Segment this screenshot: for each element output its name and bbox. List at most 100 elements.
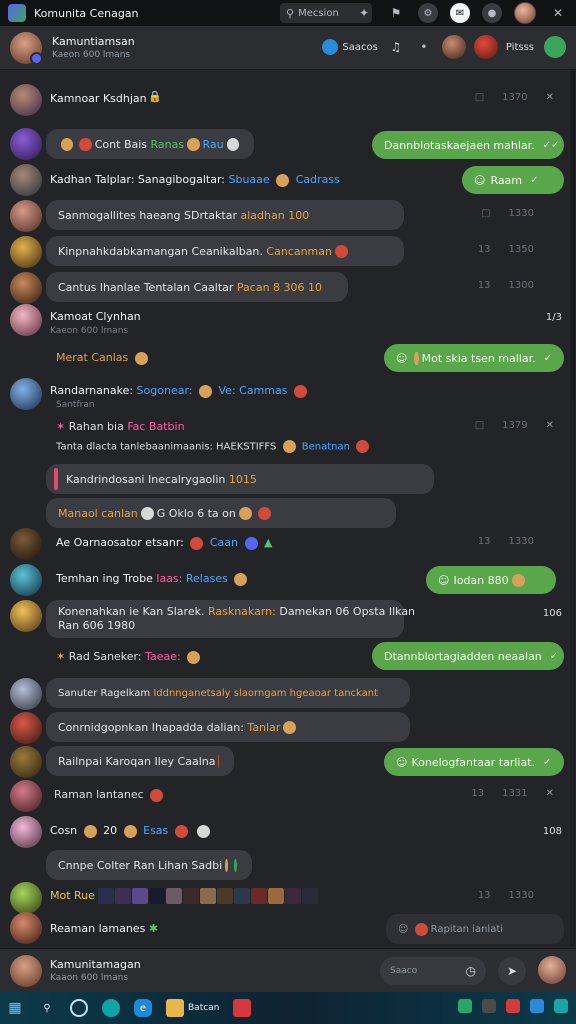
outgoing-message-bubble[interactable]: ☺ Iodan 880: [426, 566, 556, 594]
bell-icon[interactable]: ⚑: [386, 3, 406, 23]
message-input[interactable]: Saaco ◷: [380, 957, 486, 985]
message-bubble[interactable]: Railnpai Karoqan Iley Caalna: [46, 746, 234, 776]
tray-app-icon[interactable]: [482, 999, 496, 1013]
emoji-icon: [61, 137, 74, 151]
outgoing-message-bubble[interactable]: Dannblotaskaejaen mahlar. ✓✓: [372, 131, 564, 159]
tray-app-icon[interactable]: [554, 999, 568, 1013]
more-dots-icon[interactable]: •: [414, 37, 434, 57]
message-bubble[interactable]: Sanmogallites haeang SDrtaktar aladhan 1…: [46, 200, 404, 230]
user-avatar[interactable]: [10, 378, 42, 410]
close-icon[interactable]: ✕: [548, 3, 568, 23]
username: Kamoat Clynhan: [50, 310, 141, 323]
user-avatar[interactable]: [10, 304, 42, 336]
message-bubble[interactable]: Sanuter Ragelkam Iddnnganetsaly slaornga…: [46, 678, 410, 708]
pin-icon[interactable]: ✦: [354, 3, 374, 23]
current-chat-avatar[interactable]: [10, 955, 42, 987]
message-text: Sanmogallites haeang SDrtaktar: [58, 208, 237, 222]
channel-avatar[interactable]: [10, 31, 43, 65]
image-thumbnail[interactable]: [149, 888, 166, 904]
app-icon[interactable]: [102, 999, 120, 1017]
reply-icon[interactable]: □: [475, 420, 484, 431]
message-scrollbar[interactable]: [570, 70, 575, 946]
user-avatar[interactable]: [10, 528, 42, 560]
members-label[interactable]: Pitsss: [506, 42, 534, 53]
user-avatar[interactable]: [538, 956, 566, 984]
user-avatar[interactable]: [10, 712, 42, 744]
message-bubble[interactable]: Cont Bais Ranas Rau: [46, 129, 254, 159]
image-thumbnail[interactable]: [234, 888, 251, 904]
circle-app-icon[interactable]: [70, 999, 88, 1017]
message-bubble[interactable]: Kandrindosani Inecalrygaolin 1015: [46, 464, 434, 494]
close-icon[interactable]: ✕: [546, 92, 554, 103]
search-icon[interactable]: ⚲: [38, 999, 56, 1017]
image-thumbnail[interactable]: [251, 888, 268, 904]
image-thumbnail[interactable]: [166, 888, 183, 904]
reply-icon[interactable]: □: [481, 208, 490, 219]
user-avatar[interactable]: [10, 780, 42, 812]
image-thumbnail[interactable]: [217, 888, 234, 904]
outgoing-message-bubble[interactable]: ☺ Raam ✓: [462, 166, 564, 194]
online-status-avatar[interactable]: [542, 34, 568, 60]
windows-start-icon[interactable]: ▦: [6, 999, 24, 1017]
reply-icon[interactable]: □: [475, 92, 484, 103]
user-avatar[interactable]: [10, 912, 42, 944]
user-avatar[interactable]: [10, 564, 42, 596]
send-button[interactable]: ➤: [498, 957, 526, 985]
user-avatar[interactable]: [10, 678, 42, 710]
image-thumbnail[interactable]: [183, 888, 200, 904]
message-highlight: Tanlar: [247, 720, 281, 734]
help-icon[interactable]: ●: [482, 3, 502, 23]
message-bubble[interactable]: Kinpnahkdabkamangan Ceanikalban. Cancanm…: [46, 236, 404, 266]
message-bubble[interactable]: Manaol canlan G Oklo 6 ta on: [46, 498, 396, 528]
user-avatar[interactable]: [10, 200, 42, 232]
tray-app-icon[interactable]: [530, 999, 544, 1013]
user-avatar[interactable]: [10, 128, 42, 160]
time-short: 13: [477, 244, 491, 255]
tray-app-icon[interactable]: [458, 999, 472, 1013]
member-avatar[interactable]: [441, 35, 466, 59]
image-thumbnail[interactable]: [132, 888, 149, 904]
scrollbar-thumb[interactable]: [570, 70, 575, 400]
message-bubble[interactable]: Cantus lhanlae Tentalan Caaltar Pacan 8 …: [46, 272, 348, 302]
image-thumbnail[interactable]: [115, 888, 132, 904]
user-avatar[interactable]: [10, 236, 42, 268]
call-button[interactable]: Saacos: [322, 39, 378, 55]
user-avatar[interactable]: [10, 882, 42, 914]
media-app-icon[interactable]: [233, 999, 252, 1017]
user-avatar[interactable]: [10, 164, 42, 196]
message-bubble[interactable]: Cnnpe Colter Ran Lihan Sadbi: [46, 850, 252, 880]
user-avatar[interactable]: [10, 600, 42, 632]
member-avatar[interactable]: [473, 35, 498, 59]
image-thumbnail[interactable]: [268, 888, 285, 904]
read-check-icon: ✓: [543, 756, 552, 768]
message-time: 1300: [508, 280, 534, 291]
image-thumbnail[interactable]: [285, 888, 302, 904]
browser-icon[interactable]: e: [134, 999, 152, 1017]
mic-icon[interactable]: ♫: [386, 37, 406, 57]
clock-icon[interactable]: ◷: [466, 964, 476, 978]
outgoing-message-bubble[interactable]: ☺ Konelogfantaar tarliat. ✓: [384, 748, 564, 776]
channel-name: Kamuntiamsan: [52, 35, 135, 48]
user-avatar[interactable]: [10, 746, 42, 778]
smile-icon: ☺: [438, 573, 450, 587]
image-thumbnail[interactable]: [98, 888, 115, 904]
message-bubble[interactable]: Konenahkan ie Kan Slarek. Rasknakarn: Da…: [46, 600, 415, 638]
settings-icon[interactable]: ⚙: [418, 3, 438, 23]
message-bubble[interactable]: Conrnidgopnkan Ihapadda dalian: Tanlar: [46, 712, 410, 742]
message-bubble[interactable]: ☺ Rapitan ianlati: [386, 914, 564, 944]
outgoing-message-bubble[interactable]: Dtannblortagiadden neaalan ✓: [372, 642, 564, 670]
image-thumbnail[interactable]: [302, 888, 319, 904]
user-avatar[interactable]: [10, 84, 42, 116]
inbox-icon[interactable]: ✉: [450, 3, 470, 23]
emoji-icon: [187, 137, 200, 151]
user-avatar[interactable]: [10, 272, 42, 304]
profile-avatar[interactable]: [514, 2, 536, 24]
image-thumbnail[interactable]: [200, 888, 217, 904]
tray-app-icon[interactable]: [506, 999, 520, 1013]
close-icon[interactable]: ✕: [546, 788, 554, 799]
outgoing-message-bubble[interactable]: ☺ Mot skia tsen mallar. ✓: [384, 344, 564, 372]
message-list[interactable]: Kamnoar Ksdhjan 🔒 □ 1370 ✕ Cont Bais Ran…: [0, 70, 568, 946]
folder-icon[interactable]: [166, 999, 184, 1017]
user-avatar[interactable]: [10, 816, 42, 848]
close-icon[interactable]: ✕: [546, 420, 554, 431]
